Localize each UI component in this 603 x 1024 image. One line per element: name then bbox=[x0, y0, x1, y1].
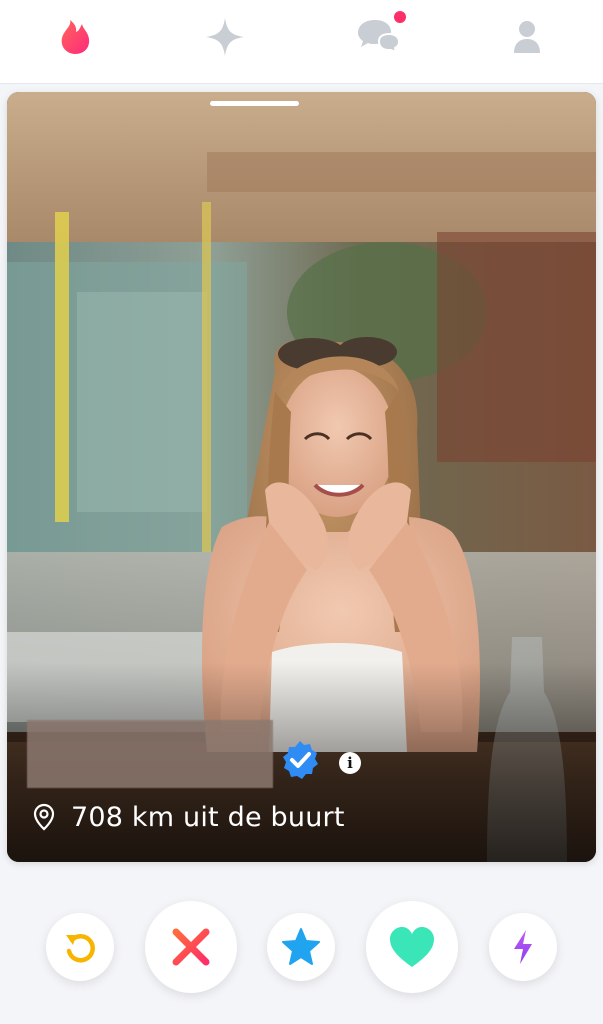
notification-dot bbox=[394, 11, 406, 23]
top-navigation bbox=[0, 0, 603, 84]
nav-messages-chat-icon[interactable] bbox=[355, 17, 401, 57]
verified-badge-icon bbox=[283, 741, 318, 779]
nope-button[interactable] bbox=[145, 901, 237, 993]
distance-row: 708 km uit de buurt bbox=[33, 800, 345, 834]
distance-text: 708 km uit de buurt bbox=[71, 801, 345, 833]
sparkle-icon bbox=[206, 18, 244, 56]
profile-name-redacted bbox=[27, 720, 273, 788]
nav-home-flame-icon[interactable] bbox=[55, 17, 95, 57]
like-button[interactable] bbox=[366, 901, 458, 993]
photo-page-indicator bbox=[210, 101, 299, 106]
super-like-button[interactable] bbox=[267, 913, 335, 981]
nav-profile-person-icon[interactable] bbox=[507, 17, 547, 57]
rewind-icon bbox=[66, 934, 95, 963]
nav-explore-sparkle-icon[interactable] bbox=[205, 17, 245, 57]
bolt-icon bbox=[514, 930, 532, 964]
x-icon bbox=[172, 928, 210, 966]
boost-button[interactable] bbox=[489, 913, 557, 981]
heart-icon bbox=[390, 927, 434, 967]
profile-card[interactable]: i 708 km uit de buurt bbox=[7, 92, 596, 862]
info-icon[interactable]: i bbox=[339, 752, 361, 774]
chat-bubbles-icon bbox=[358, 20, 401, 54]
rewind-button[interactable] bbox=[46, 913, 114, 981]
person-icon bbox=[514, 21, 540, 53]
location-pin-icon bbox=[33, 803, 55, 831]
star-icon bbox=[282, 928, 320, 965]
flame-icon bbox=[61, 20, 90, 54]
